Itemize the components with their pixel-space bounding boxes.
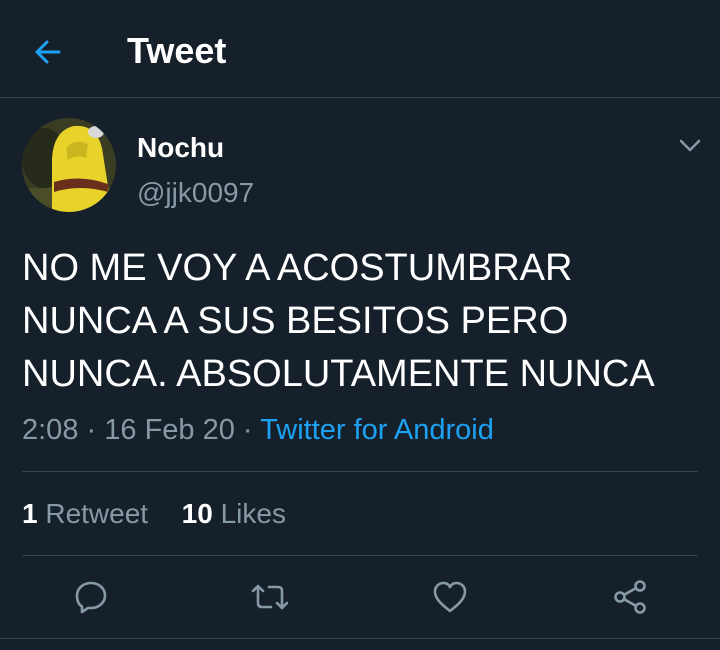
likes-count: 10	[181, 498, 213, 529]
tweet-time: 2:08	[22, 414, 79, 446]
reply-button[interactable]	[70, 576, 112, 618]
share-icon	[614, 580, 646, 614]
tweet-text: NO ME VOY A ACOSTUMBRAR NUNCA A SUS BESI…	[22, 247, 655, 395]
avatar[interactable]	[22, 118, 116, 212]
reply-icon	[75, 581, 107, 614]
retweet-button[interactable]	[249, 576, 291, 618]
chevron-down-icon	[679, 139, 701, 152]
like-icon	[433, 581, 467, 613]
divider	[22, 471, 698, 472]
back-button[interactable]	[26, 30, 70, 74]
top-bar: Tweet	[0, 0, 720, 98]
divider	[0, 638, 720, 639]
more-options-button[interactable]	[672, 128, 708, 164]
user-handle[interactable]: @jjk0097	[137, 176, 254, 210]
page-title: Tweet	[127, 30, 227, 71]
retweets-label: Retweet	[45, 498, 149, 529]
meta-separator: ·	[86, 414, 97, 446]
tweet-source-link[interactable]: Twitter for Android	[260, 414, 494, 446]
likes-stat[interactable]: 10 Likes	[182, 498, 286, 529]
retweets-stat[interactable]: 1 Retweet	[22, 498, 148, 529]
meta-separator: ·	[242, 414, 253, 446]
tweet-meta: 2:08 · 16 Feb 20 · Twitter for Android	[22, 412, 494, 448]
retweet-icon	[251, 584, 289, 610]
tweet-stats: 1 Retweet 10 Likes	[22, 496, 286, 532]
retweets-count: 1	[22, 498, 38, 529]
share-button[interactable]	[609, 576, 651, 618]
like-button[interactable]	[429, 576, 471, 618]
arrow-left-icon	[35, 40, 61, 64]
tweet-date: 16 Feb 20	[104, 414, 235, 446]
display-name[interactable]: Nochu	[137, 131, 224, 165]
avatar-image	[22, 118, 116, 212]
likes-label: Likes	[220, 498, 286, 529]
action-bar	[0, 556, 720, 638]
